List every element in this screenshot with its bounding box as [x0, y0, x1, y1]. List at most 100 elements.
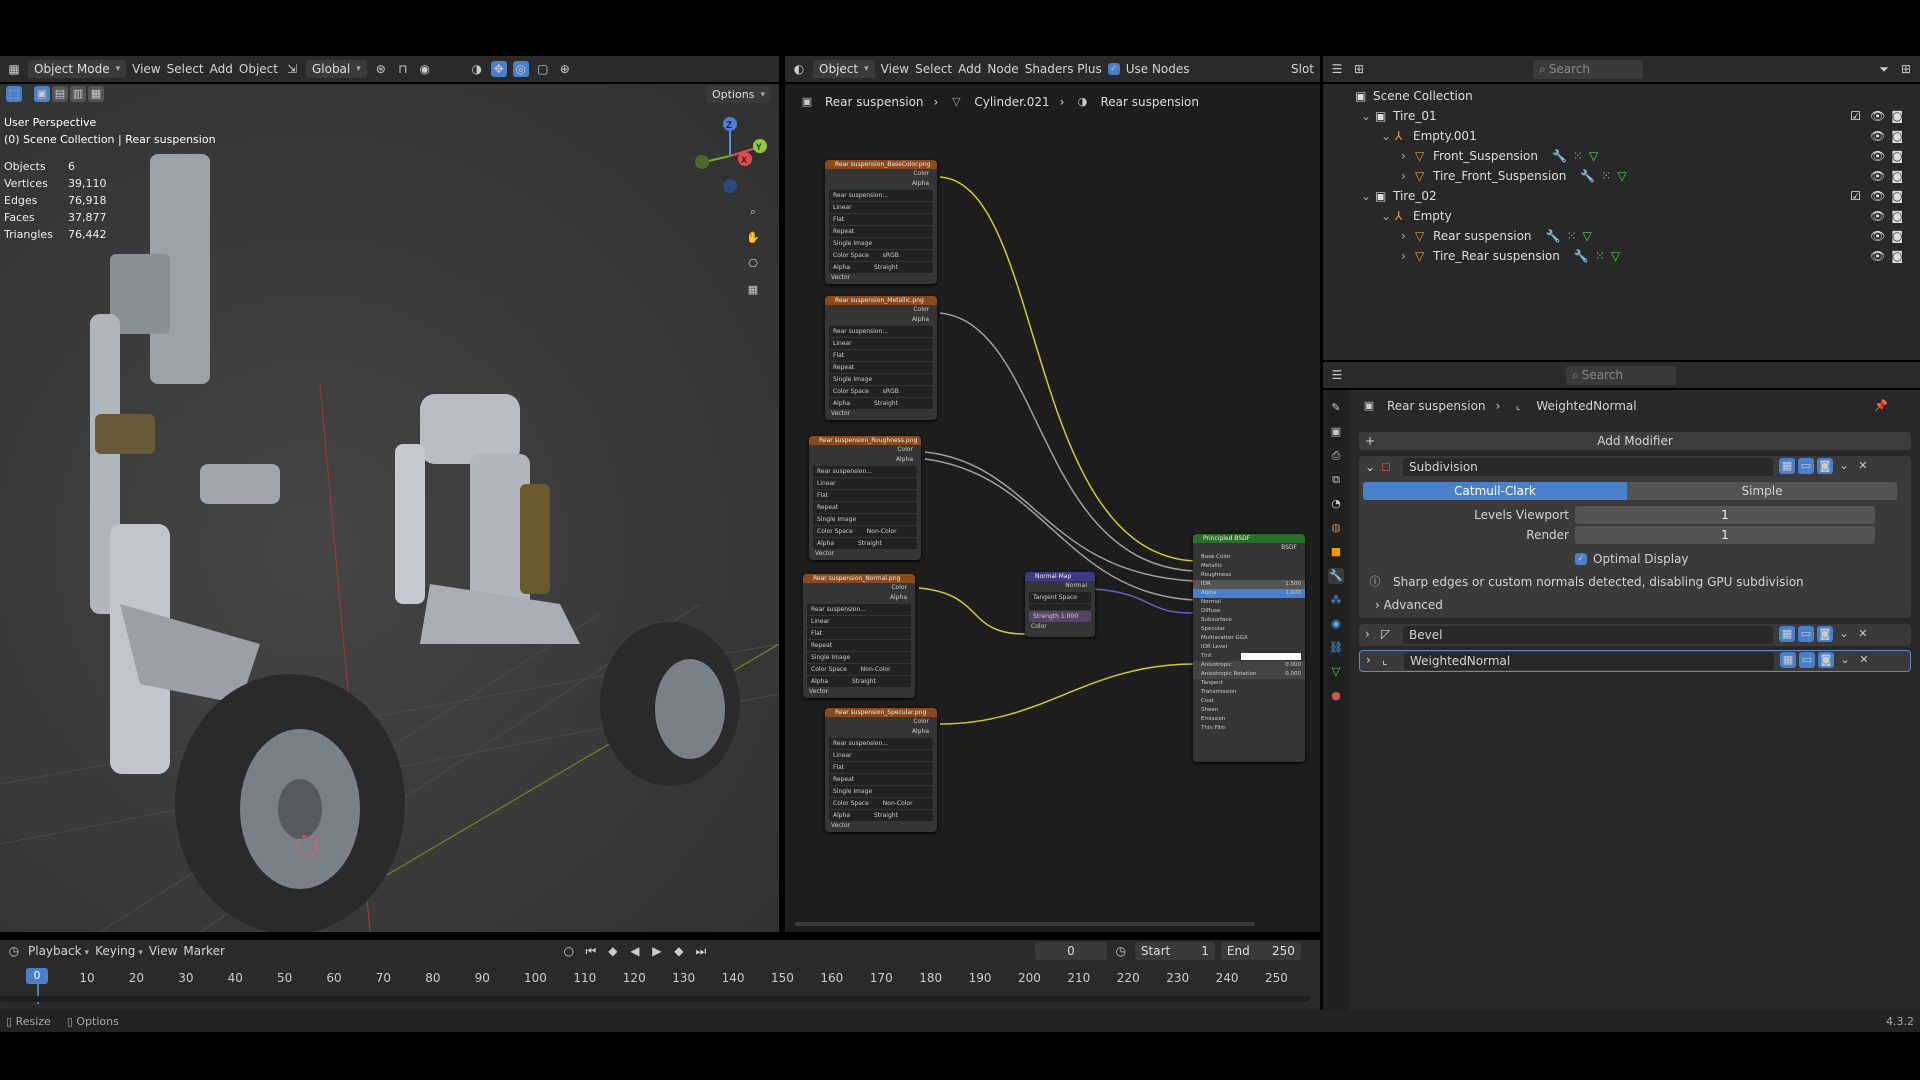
transform-icon[interactable]: ⇲: [284, 61, 300, 77]
render-camera-icon[interactable]: ◙: [1891, 129, 1903, 143]
node-menu-add[interactable]: Add: [958, 62, 981, 76]
outliner-item[interactable]: ⌄ ▣ Tire_01 ☑ 👁 ◙: [1361, 106, 1911, 126]
projection-dropdown[interactable]: Flat: [829, 214, 933, 225]
shader-node-editor[interactable]: ▣ Rear suspension › ▽ Cylinder.021 › ◑ R…: [785, 84, 1320, 932]
expand-icon[interactable]: ›: [1365, 627, 1370, 641]
shader-type-dropdown[interactable]: Object: [813, 60, 875, 78]
gizmo-icon[interactable]: ✥: [490, 61, 507, 77]
mesh-data-icon[interactable]: ▽: [1589, 149, 1598, 163]
colorspace-row[interactable]: Color Space sRGB: [829, 386, 933, 397]
bsdf-input[interactable]: Base Color: [1193, 553, 1305, 562]
viewport-toggle-icon[interactable]: ▭: [1799, 652, 1815, 668]
3d-viewport[interactable]: ⬚ ▣ ▤ ▥ ▦ Options User Perspective (0) S…: [0, 84, 779, 932]
disclosure-icon[interactable]: ›: [1401, 249, 1415, 263]
alpha-mode-row[interactable]: Alpha Straight: [829, 810, 933, 821]
world-tab-icon[interactable]: ◍: [1328, 520, 1344, 536]
node-editor-type-icon[interactable]: ◐: [791, 61, 807, 77]
node-menu-view[interactable]: View: [881, 62, 909, 76]
eye-icon[interactable]: 👁: [1870, 249, 1885, 263]
source-dropdown[interactable]: Single Image: [813, 514, 917, 525]
render-toggle-icon[interactable]: ◙: [1818, 652, 1834, 668]
outliner-item[interactable]: › ▽ Tire_Front_Suspension 🔧 ⁙ ▽ 👁 ◙: [1401, 166, 1911, 186]
filter-icon[interactable]: ⏷: [1876, 61, 1892, 77]
modifier-wrench-icon[interactable]: 🔧: [1546, 229, 1561, 243]
exclude-checkbox[interactable]: ☑: [1850, 189, 1861, 203]
mode-dropdown[interactable]: Object Mode: [28, 60, 127, 78]
bsdf-input[interactable]: Sheen: [1193, 706, 1305, 715]
render-camera-icon[interactable]: ◙: [1891, 249, 1903, 263]
keying-menu[interactable]: Keying: [95, 944, 143, 958]
snap-icon[interactable]: ⊓: [395, 61, 411, 77]
viewport-toggle-icon[interactable]: ▭: [1798, 458, 1814, 474]
timeline-marker-menu[interactable]: Marker: [183, 944, 224, 958]
visibility-icon[interactable]: ◑: [469, 61, 485, 77]
colorspace-row[interactable]: Color Space Non-Color: [829, 798, 933, 809]
editmode-toggle-icon[interactable]: ▦: [1779, 626, 1795, 642]
image-texture-node[interactable]: Rear suspension_BaseColor.png Color Alph…: [825, 160, 937, 284]
bsdf-input[interactable]: Coat: [1193, 697, 1305, 706]
grid-ortho-icon[interactable]: ▦: [745, 282, 761, 298]
collapse-icon[interactable]: ⌄: [1365, 460, 1375, 474]
disclosure-icon[interactable]: ›: [1401, 229, 1415, 243]
playback-menu[interactable]: Playback: [28, 944, 89, 958]
extension-dropdown[interactable]: Repeat: [829, 362, 933, 373]
render-toggle-icon[interactable]: ◙: [1817, 626, 1833, 642]
image-selector[interactable]: Rear suspension...: [807, 604, 911, 615]
pivot-icon[interactable]: ⊛: [373, 61, 389, 77]
normal-map-uv[interactable]: [1029, 604, 1091, 610]
image-texture-node[interactable]: Rear suspension_Specular.png Color Alpha…: [825, 708, 937, 832]
remove-icon[interactable]: ✕: [1855, 626, 1871, 642]
data-tab-icon[interactable]: ▽: [1328, 664, 1344, 680]
object-tab-icon[interactable]: ■: [1328, 544, 1344, 560]
outliner-item[interactable]: › ▽ Rear suspension 🔧 ⁙ ▽ 👁 ◙: [1401, 226, 1911, 246]
outliner-item[interactable]: ⌄ ⅄ Empty 👁 ◙: [1381, 206, 1911, 226]
autokey-icon[interactable]: ○: [561, 943, 577, 959]
bsdf-input[interactable]: Tangent: [1193, 679, 1305, 688]
slot-label[interactable]: Slot: [1291, 62, 1314, 76]
projection-dropdown[interactable]: Flat: [813, 490, 917, 501]
remove-icon[interactable]: ✕: [1856, 652, 1872, 668]
disclosure-icon[interactable]: ⌄: [1361, 109, 1375, 123]
proportional-icon[interactable]: ◉: [417, 61, 433, 77]
tint-swatch[interactable]: [1241, 653, 1301, 660]
disclosure-icon[interactable]: ⌄: [1381, 209, 1395, 223]
jump-start-icon[interactable]: ⏮: [583, 943, 599, 959]
timeline-scrollbar[interactable]: [0, 996, 1310, 1002]
levels-viewport-field[interactable]: 1: [1575, 506, 1875, 524]
extension-dropdown[interactable]: Repeat: [829, 226, 933, 237]
editmode-toggle-icon[interactable]: ▦: [1780, 652, 1796, 668]
projection-dropdown[interactable]: Flat: [829, 762, 933, 773]
scene-tab-icon[interactable]: ◔: [1328, 496, 1344, 512]
source-dropdown[interactable]: Single Image: [829, 238, 933, 249]
image-selector[interactable]: Rear suspension...: [829, 326, 933, 337]
bsdf-input[interactable]: Roughness: [1193, 571, 1305, 580]
extension-dropdown[interactable]: Repeat: [807, 640, 911, 651]
mesh-data-icon[interactable]: ▽: [1583, 229, 1592, 243]
render-camera-icon[interactable]: ◙: [1891, 209, 1903, 223]
remove-icon[interactable]: ✕: [1855, 458, 1871, 474]
bsdf-input[interactable]: Metallic: [1193, 562, 1305, 571]
render-camera-icon[interactable]: ◙: [1891, 169, 1903, 183]
render-camera-icon[interactable]: ◙: [1891, 229, 1903, 243]
extension-dropdown[interactable]: Repeat: [829, 774, 933, 785]
colorspace-row[interactable]: Color Space sRGB: [829, 250, 933, 261]
mesh-data-icon[interactable]: ▽: [1611, 249, 1620, 263]
viewport-toggle-icon[interactable]: ▭: [1798, 626, 1814, 642]
material-icon[interactable]: ⁙: [1595, 249, 1605, 263]
image-selector[interactable]: Rear suspension...: [829, 738, 933, 749]
bsdf-input[interactable]: IOR 1.500: [1193, 580, 1305, 589]
material-icon[interactable]: ⁙: [1573, 149, 1583, 163]
material-tab-icon[interactable]: ●: [1328, 688, 1344, 704]
xray-icon[interactable]: ▢: [535, 61, 551, 77]
properties-search-input[interactable]: ⌕ Search: [1566, 365, 1676, 385]
eye-icon[interactable]: 👁: [1870, 109, 1885, 123]
eye-icon[interactable]: 👁: [1870, 189, 1885, 203]
bsdf-input[interactable]: Diffuse: [1193, 607, 1305, 616]
interpolation-dropdown[interactable]: Linear: [829, 750, 933, 761]
properties-type-icon[interactable]: ☰: [1329, 367, 1345, 383]
timeline-type-icon[interactable]: ◷: [6, 943, 22, 959]
timeline-ruler[interactable]: 0 10 20 30 40 50 60 70 80 90 100 110 120 130 140 150 160…: [0, 964, 1320, 994]
colorspace-row[interactable]: Color Space Non-Color: [807, 664, 911, 675]
eye-icon[interactable]: 👁: [1870, 209, 1885, 223]
disclosure-icon[interactable]: ⌄: [1361, 189, 1375, 203]
